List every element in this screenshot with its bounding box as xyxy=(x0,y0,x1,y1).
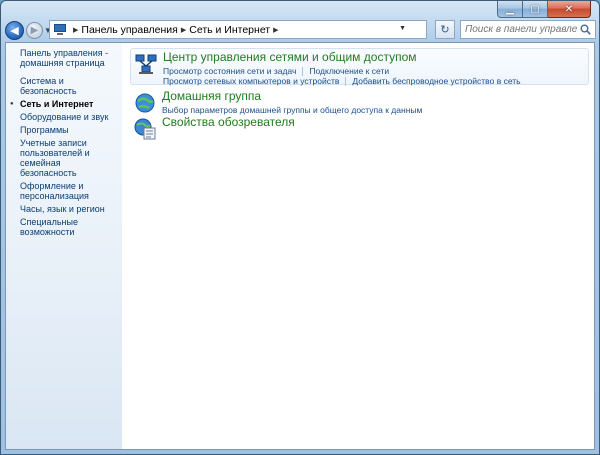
client-area: Панель управления - домашняя страница Си… xyxy=(5,42,595,450)
internet-options-link[interactable]: Свойства обозревателя xyxy=(162,115,295,129)
network-center-tasks: Просмотр состояния сети и задач Подключе… xyxy=(163,66,593,86)
sidebar-item-label: безопасность xyxy=(20,168,77,178)
sidebar-item-home[interactable]: Панель управления - домашняя страница xyxy=(20,48,122,68)
breadcrumb-network-internet[interactable]: Сеть и Интернет xyxy=(189,24,270,36)
sidebar: Панель управления - домашняя страница Си… xyxy=(6,43,122,449)
search-box[interactable] xyxy=(460,20,596,39)
sidebar-item-hardware-sound[interactable]: Оборудование и звук xyxy=(20,112,122,122)
sidebar-item-accessibility[interactable]: Специальные возможности xyxy=(20,217,122,237)
search-icon[interactable] xyxy=(580,24,591,35)
view-network-computers-link[interactable]: Просмотр сетевых компьютеров и устройств xyxy=(163,76,339,86)
internet-options-icon[interactable] xyxy=(133,117,157,141)
category-homegroup: Домашняя группа Выбор параметров домашне… xyxy=(130,88,592,115)
sidebar-item-programs[interactable]: Программы xyxy=(20,125,122,135)
minimize-button[interactable]: ▁ xyxy=(497,1,523,18)
search-input[interactable] xyxy=(465,24,577,35)
link-divider xyxy=(302,66,304,76)
sidebar-item-label: домашняя страница xyxy=(20,58,105,68)
sidebar-item-label: Учетные записи xyxy=(20,138,87,148)
breadcrumb-separator[interactable]: ▶ xyxy=(73,26,78,34)
navigation-bar: ◀ ▶ ▼ ▶ Панель управления ▶ Сеть и Интер… xyxy=(5,19,596,41)
control-panel-icon xyxy=(53,23,67,36)
breadcrumb-separator[interactable]: ▶ xyxy=(273,26,278,34)
link-divider xyxy=(345,76,347,86)
breadcrumb-separator[interactable]: ▶ xyxy=(181,26,186,34)
address-bar[interactable]: ▶ Панель управления ▶ Сеть и Интернет ▶ … xyxy=(49,20,427,39)
back-arrow-icon: ◀ xyxy=(10,24,19,37)
maximize-icon: ▢ xyxy=(530,3,540,15)
sidebar-item-clock-language[interactable]: Часы, язык и регион xyxy=(20,204,122,214)
network-center-link[interactable]: Центр управления сетями и общим доступом xyxy=(163,50,593,64)
category-internet-options: Свойства обозревателя xyxy=(130,114,295,141)
close-button[interactable]: ✕ xyxy=(548,1,591,18)
sidebar-item-appearance[interactable]: Оформление и персонализация xyxy=(20,181,122,201)
refresh-icon: ↻ xyxy=(440,24,450,36)
maximize-button[interactable]: ▢ xyxy=(523,1,548,18)
breadcrumb-control-panel[interactable]: Панель управления xyxy=(81,24,177,36)
sidebar-item-label: Панель управления - xyxy=(20,48,109,58)
minimize-icon: ▁ xyxy=(506,3,514,15)
category-network-center: Центр управления сетями и общим доступом… xyxy=(130,48,589,86)
homegroup-icon[interactable] xyxy=(133,91,157,115)
caption-buttons: ▁ ▢ ✕ xyxy=(497,1,591,18)
sidebar-item-label: Оформление и xyxy=(20,181,84,191)
sidebar-item-label: персонализация xyxy=(20,191,89,201)
network-center-icon[interactable] xyxy=(134,52,158,76)
refresh-button[interactable]: ↻ xyxy=(435,20,455,39)
forward-arrow-icon: ▶ xyxy=(30,24,39,36)
add-wireless-device-link[interactable]: Добавить беспроводное устройство в сеть xyxy=(352,76,520,86)
address-dropdown[interactable]: ▼ xyxy=(399,25,406,32)
homegroup-link[interactable]: Домашняя группа xyxy=(162,89,592,103)
sidebar-item-user-accounts[interactable]: Учетные записи пользователей и семейная … xyxy=(20,138,122,178)
view-network-status-link[interactable]: Просмотр состояния сети и задач xyxy=(163,66,296,76)
back-button[interactable]: ◀ xyxy=(5,20,24,40)
main-content: Центр управления сетями и общим доступом… xyxy=(126,48,594,449)
sidebar-item-system-security[interactable]: Система и безопасность xyxy=(20,76,122,96)
forward-button[interactable]: ▶ xyxy=(26,21,43,39)
explorer-window: ▁ ▢ ✕ ◀ ▶ ▼ ▶ Панель управления ▶ Сеть и… xyxy=(0,0,600,455)
sidebar-item-label: пользователей и семейная xyxy=(20,148,90,168)
close-icon: ✕ xyxy=(564,3,574,15)
sidebar-item-network-internet[interactable]: Сеть и Интернет xyxy=(10,99,122,109)
connect-to-network-link[interactable]: Подключение к сети xyxy=(309,66,389,76)
